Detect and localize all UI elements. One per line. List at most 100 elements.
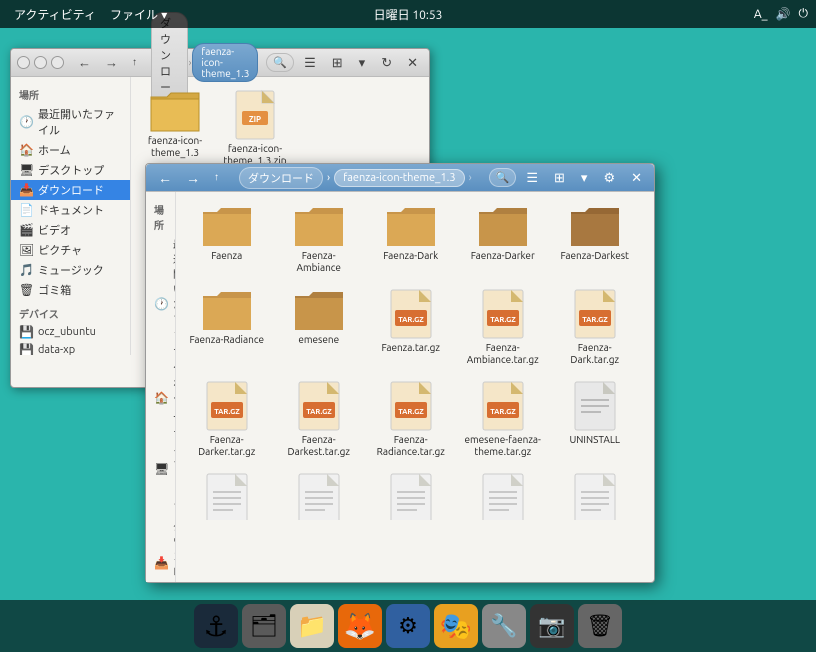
- search-button-fg[interactable]: 🔍: [489, 168, 517, 187]
- dock-camera-icon[interactable]: 📷: [530, 604, 574, 648]
- back-button-bg[interactable]: ←: [72, 51, 97, 75]
- doc-icon-authors: [205, 472, 249, 520]
- file-label-dark-tar: Faenza-Dark.tar.gz: [556, 342, 634, 366]
- taskbar: ⚓ 🗂 📁 🦊 ⚙ 🎭 🔧 📷 🗑: [0, 600, 816, 652]
- recent-icon-bg: 🕐: [19, 115, 34, 129]
- file-item-folder-theme-bg[interactable]: faenza-icon-theme_1.3: [139, 85, 211, 171]
- sidebar-section-devices-bg: デバイス: [11, 300, 130, 323]
- dock-settings-icon[interactable]: ⚙: [386, 604, 430, 648]
- file-item-faenza[interactable]: Faenza: [184, 200, 270, 278]
- view-grid-button-fg[interactable]: ⊞: [548, 166, 571, 190]
- tar-icon-emesene: TAR.GZ: [481, 380, 525, 432]
- file-item-authors[interactable]: AUTHORS: [184, 468, 270, 520]
- folder-icon-faenza: [201, 204, 253, 248]
- gear-button-fg[interactable]: ⚙: [597, 166, 621, 190]
- zip-icon-bg: ZIP: [234, 89, 276, 141]
- power-icon[interactable]: ⏻: [799, 7, 809, 21]
- file-label-faenza-ambiance: Faenza-Ambiance: [280, 250, 358, 274]
- sidebar-item-docs-bg[interactable]: 📄 ドキュメント: [11, 200, 130, 220]
- close-button-fg[interactable]: ✕: [625, 166, 648, 190]
- forward-button-bg[interactable]: →: [99, 51, 124, 75]
- file-item-dark-tar[interactable]: TAR.GZ Faenza-Dark.tar.gz: [552, 284, 638, 370]
- file-item-changelog[interactable]: ChangeLog: [368, 468, 454, 520]
- window-close-button-bg[interactable]: [17, 56, 30, 69]
- file-item-faenza-dark[interactable]: Faenza-Dark: [368, 200, 454, 278]
- sidebar-item-ocz-bg[interactable]: 💾 ocz_ubuntu: [11, 323, 130, 341]
- dock-tools-icon[interactable]: 🔧: [482, 604, 526, 648]
- search-button-bg[interactable]: 🔍: [266, 53, 294, 72]
- dock-files-icon[interactable]: 🗂: [242, 604, 286, 648]
- sidebar-item-downloads-fg[interactable]: 📥 ダウンロード: [146, 516, 175, 582]
- up-button-fg[interactable]: ↑: [208, 166, 225, 190]
- breadcrumb-item-downloads-fg[interactable]: ダウンロード: [239, 167, 323, 189]
- sidebar-item-pictures-bg[interactable]: 🖼 ピクチャ: [11, 240, 130, 260]
- file-label-uninstall: UNINSTALL: [569, 434, 620, 446]
- file-item-radiance-tar[interactable]: TAR.GZ Faenza-Radiance.tar.gz: [368, 376, 454, 462]
- sidebar-item-home-fg[interactable]: 🏠 ホーム: [146, 373, 175, 422]
- file-label-darker-tar: Faenza-Darker.tar.gz: [188, 434, 266, 458]
- file-item-zip-bg[interactable]: ZIP faenza-icon-theme_1.3.zip: [219, 85, 291, 171]
- back-button-fg[interactable]: ←: [152, 166, 178, 190]
- tar-icon-dark: TAR.GZ: [573, 288, 617, 340]
- file-item-faenza-darker[interactable]: Faenza-Darker: [460, 200, 546, 278]
- sidebar-item-desktop-bg[interactable]: 🖥 デスクトップ: [11, 160, 130, 180]
- sidebar-item-dataxp-bg[interactable]: 💾 data-xp: [11, 341, 130, 355]
- datetime-display: 日曜日 10:53: [374, 6, 443, 23]
- svg-text:ZIP: ZIP: [249, 115, 261, 124]
- view-list-button-fg[interactable]: ☰: [520, 166, 544, 190]
- file-label-radiance-tar: Faenza-Radiance.tar.gz: [372, 434, 450, 458]
- reload-button-bg[interactable]: ↻: [375, 51, 398, 75]
- downloads-icon-bg: 📥: [19, 183, 34, 197]
- forward-button-fg[interactable]: →: [180, 166, 206, 190]
- file-label-emesene-tar: emesene-faenza-theme.tar.gz: [464, 434, 542, 458]
- downloads-icon-fg: 📥: [154, 556, 169, 570]
- sidebar-item-video-bg[interactable]: 🎬 ビデオ: [11, 220, 130, 240]
- sidebar-item-recent-bg[interactable]: 🕐 最近開いたファイル: [11, 104, 130, 140]
- activities-button[interactable]: アクティビティ: [8, 4, 102, 25]
- file-item-install[interactable]: INSTALL: [460, 468, 546, 520]
- sound-icon[interactable]: 🔊: [776, 7, 791, 21]
- file-item-uninstall[interactable]: UNINSTALL: [552, 376, 638, 462]
- music-icon-bg: 🎵: [19, 263, 34, 277]
- sidebar-item-home-bg[interactable]: 🏠 ホーム: [11, 140, 130, 160]
- breadcrumb-fg: ダウンロード › faenza-icon-theme_1.3 ›: [239, 167, 481, 189]
- file-item-darker-tar[interactable]: TAR.GZ Faenza-Darker.tar.gz: [184, 376, 270, 462]
- file-item-darkest-tar[interactable]: TAR.GZ Faenza-Darkest.tar.gz: [276, 376, 362, 462]
- file-item-faenza-radiance[interactable]: Faenza-Radiance: [184, 284, 270, 370]
- dock-vlc-icon[interactable]: 🎭: [434, 604, 478, 648]
- dock-firefox-icon[interactable]: 🦊: [338, 604, 382, 648]
- titlebar-fg: ← → ↑ ダウンロード › faenza-icon-theme_1.3 › 🔍…: [146, 164, 654, 192]
- breadcrumb-item-theme-fg[interactable]: faenza-icon-theme_1.3: [334, 169, 464, 187]
- file-item-copying[interactable]: COPYING: [276, 468, 362, 520]
- folder-icon-emesene: [293, 288, 345, 332]
- file-item-emesene[interactable]: emesene: [276, 284, 362, 370]
- file-item-emesene-tar[interactable]: TAR.GZ emesene-faenza-theme.tar.gz: [460, 376, 546, 462]
- up-button-bg[interactable]: ↑: [126, 51, 143, 75]
- app-menu-button[interactable]: ファイル ▾: [110, 6, 167, 23]
- sort-button-fg[interactable]: ▾: [575, 166, 594, 190]
- window-min-button-bg[interactable]: [34, 56, 47, 69]
- file-label-ambiance-tar: Faenza-Ambiance.tar.gz: [464, 342, 542, 366]
- top-panel-left: アクティビティ ファイル ▾: [8, 4, 167, 25]
- sidebar-item-trash-bg[interactable]: 🗑 ゴミ箱: [11, 280, 130, 300]
- close-button-x-bg[interactable]: ✕: [402, 51, 423, 75]
- file-item-ambiance-tar[interactable]: TAR.GZ Faenza-Ambiance.tar.gz: [460, 284, 546, 370]
- sort-button-bg[interactable]: ▾: [353, 51, 372, 75]
- file-item-faenza-tar[interactable]: TAR.GZ Faenza.tar.gz: [368, 284, 454, 370]
- svg-text:TAR.GZ: TAR.GZ: [490, 408, 516, 416]
- dock-anchor-icon[interactable]: ⚓: [194, 604, 238, 648]
- file-item-faenza-ambiance[interactable]: Faenza-Ambiance: [276, 200, 362, 278]
- dock-nautilus-icon[interactable]: 📁: [290, 604, 334, 648]
- sidebar-item-desktop-fg[interactable]: 🖥 デスクトップ: [146, 422, 175, 516]
- window-max-button-bg[interactable]: [51, 56, 64, 69]
- top-panel: アクティビティ ファイル ▾ 日曜日 10:53 A_ 🔊 ⏻: [0, 0, 816, 28]
- sidebar-item-recent-fg[interactable]: 🕐 最近開いたファイル: [146, 234, 175, 373]
- sidebar-item-music-bg[interactable]: 🎵 ミュージック: [11, 260, 130, 280]
- file-item-faenza-darkest[interactable]: Faenza-Darkest: [552, 200, 638, 278]
- view-grid-button-bg[interactable]: ⊞: [326, 51, 349, 75]
- sidebar-item-downloads-bg[interactable]: 📥 ダウンロード: [11, 180, 130, 200]
- dock-trash-icon[interactable]: 🗑: [578, 604, 622, 648]
- doc-icon-copying: [297, 472, 341, 520]
- file-item-readme[interactable]: README: [552, 468, 638, 520]
- view-list-button-bg[interactable]: ☰: [298, 51, 322, 75]
